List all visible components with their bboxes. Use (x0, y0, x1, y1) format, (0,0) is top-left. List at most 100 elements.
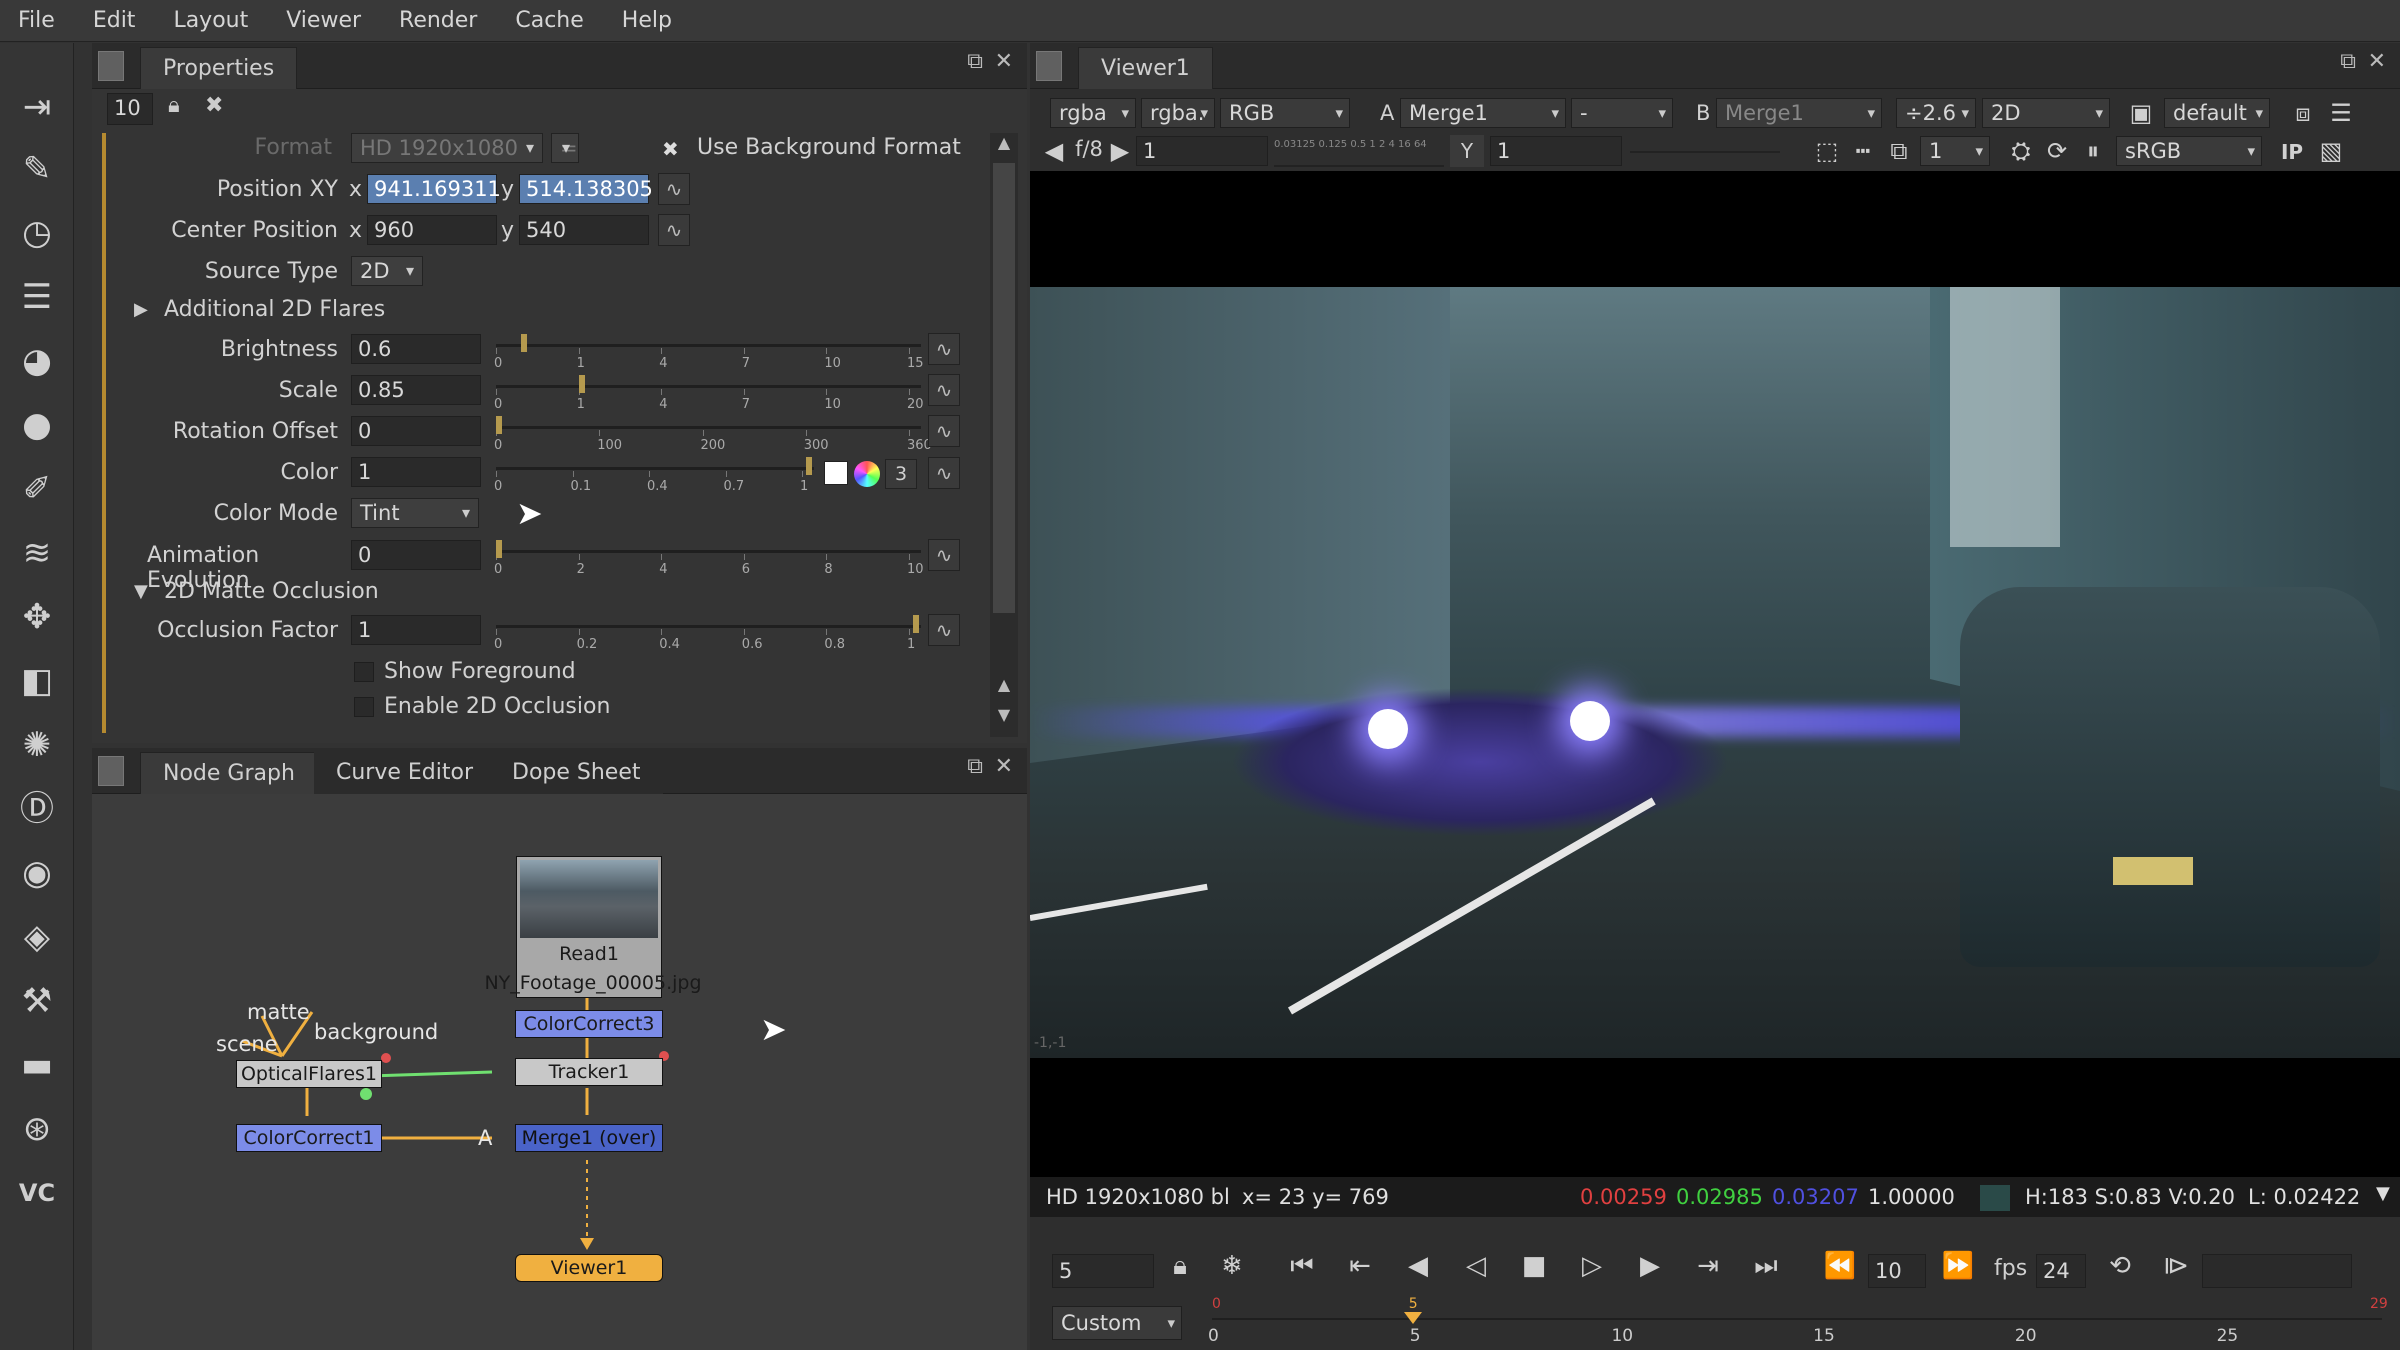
first-frame-icon[interactable]: ⏮ (1282, 1248, 1322, 1284)
center-x-field[interactable]: 960 (367, 215, 497, 245)
menu-cache[interactable]: Cache (497, 8, 603, 33)
downscale-dropdown[interactable]: ÷2.6 (1896, 98, 1976, 128)
node-merge1[interactable]: Merge1 (over) (515, 1124, 663, 1152)
next-keyframe-icon[interactable]: ⇥ (1688, 1248, 1728, 1284)
compare-op-dropdown[interactable]: - (1571, 98, 1673, 128)
scroll-down-icon[interactable]: ▼ (992, 705, 1016, 724)
furnace-icon[interactable]: ⊛ (13, 1105, 61, 1153)
prev-frame-icon[interactable]: ◀ (1398, 1248, 1438, 1284)
color-icon[interactable]: ◕ (13, 337, 61, 385)
menu-file[interactable]: File (0, 8, 75, 33)
expand-flares-icon[interactable]: ▶ (134, 299, 148, 320)
slider-knob[interactable] (806, 457, 812, 475)
menu-render[interactable]: Render (381, 8, 497, 33)
skip-field[interactable]: 10 (1868, 1254, 1926, 1288)
3d-icon[interactable]: ◧ (13, 657, 61, 705)
use-bg-format-checkbox[interactable]: ✖ (662, 137, 679, 161)
tab-viewer1[interactable]: Viewer1 (1078, 47, 1213, 89)
scroll-thumb[interactable] (993, 163, 1015, 613)
channels-dropdown[interactable]: rgba (1050, 98, 1136, 128)
playback-mode-icon[interactable]: ❄ (1212, 1248, 1252, 1284)
brush-icon[interactable]: ✎ (13, 145, 61, 193)
show-foreground-checkbox[interactable] (354, 662, 374, 682)
gain-slider[interactable]: 0.03125 0.125 0.5 1 2 4 16 64 (1274, 139, 1444, 167)
menu-icon[interactable]: ☰ (2324, 97, 2358, 129)
play-forward-icon[interactable]: ▷ (1572, 1248, 1612, 1284)
input-icon[interactable]: ⇥ (13, 83, 61, 131)
metadata-icon[interactable]: ◈ (13, 913, 61, 961)
vc-icon[interactable]: VC (13, 1169, 61, 1217)
menu-edit[interactable]: Edit (75, 8, 156, 33)
anim-slider[interactable]: 0 2 4 6 8 10 (494, 540, 924, 577)
lock-icon[interactable]: 🔒︎ (168, 93, 180, 118)
gamma-field[interactable]: 1 (1490, 136, 1622, 166)
node-tracker1[interactable]: Tracker1 (515, 1058, 663, 1086)
scale-curve-icon[interactable]: ∿ (928, 374, 960, 406)
gain-prev-icon[interactable]: ◀ (1044, 135, 1064, 167)
occlusion-curve-icon[interactable]: ∿ (928, 614, 960, 646)
gamma-slider[interactable] (1630, 151, 1780, 153)
position-y-field[interactable]: 514.138305 (519, 174, 653, 204)
display-dropdown[interactable]: RGB (1220, 98, 1350, 128)
slider-knob[interactable] (521, 334, 528, 352)
clear-panels-icon[interactable]: ✖ (205, 93, 223, 118)
center-curve-icon[interactable]: ∿ (658, 214, 690, 246)
color-swatch[interactable] (824, 461, 848, 485)
channel-icon[interactable]: ☰ (13, 273, 61, 321)
close-icon[interactable]: ✕ (995, 49, 1013, 74)
slider-knob[interactable] (496, 416, 502, 434)
colorspace-dropdown[interactable]: sRGB (2116, 136, 2262, 166)
view-mode-dropdown[interactable]: 2D (1982, 98, 2110, 128)
menu-viewer[interactable]: Viewer (268, 8, 381, 33)
filter-icon[interactable]: ● (13, 401, 61, 449)
b-input-dropdown[interactable]: Merge1 (1716, 98, 1882, 128)
menu-layout[interactable]: Layout (155, 8, 268, 33)
slider-knob[interactable] (579, 375, 586, 393)
expand-matte-icon[interactable]: ▼ (134, 581, 148, 602)
center-y-field[interactable]: 540 (519, 215, 649, 245)
tab-properties[interactable]: Properties (140, 47, 298, 89)
input-process-button[interactable]: IP (2275, 136, 2309, 168)
brightness-slider[interactable]: 0 1 4 7 10 15 (494, 334, 924, 371)
timeline-extra-field[interactable] (2202, 1254, 2352, 1288)
pause-update-icon[interactable]: ⛭ (2004, 135, 2038, 167)
clip-warning-icon[interactable]: ┅ (1846, 135, 1880, 167)
skip-back-icon[interactable]: ⏪ (1820, 1248, 1860, 1284)
roi-icon[interactable]: ⧈ (2286, 97, 2320, 129)
viewer-image[interactable]: -1,-1 (1030, 287, 2400, 1058)
panel-grip3-icon[interactable] (1036, 51, 1062, 81)
close3-icon[interactable]: ✕ (2368, 49, 2386, 74)
rotation-slider[interactable]: 0 100 200 300 360 (494, 416, 932, 453)
float-icon[interactable]: ⧉ (967, 49, 983, 74)
zoom-region-icon[interactable]: ⬚ (1810, 135, 1844, 167)
wipe-icon[interactable]: ▧ (2314, 135, 2348, 167)
position-curve-icon[interactable]: ∿ (658, 173, 690, 205)
occlusion-field[interactable]: 1 (351, 615, 481, 645)
node-opticalflares1[interactable]: OpticalFlares1 (236, 1060, 382, 1088)
rotation-curve-icon[interactable]: ∿ (928, 415, 960, 447)
max-panels-field[interactable]: 10 (107, 93, 153, 125)
brightness-curve-icon[interactable]: ∿ (928, 333, 960, 365)
camera-icon[interactable]: ▣ (2124, 97, 2158, 129)
format-eq-button[interactable]: = (551, 133, 579, 163)
rotation-field[interactable]: 0 (351, 416, 481, 446)
scroll-up2-icon[interactable]: ▲ (992, 675, 1016, 694)
play-backward-icon[interactable]: ◁ (1456, 1248, 1496, 1284)
clock-icon[interactable]: ◷ (13, 209, 61, 257)
transform-icon[interactable]: ✥ (13, 593, 61, 641)
last-frame-icon[interactable]: ⏭ (1746, 1248, 1786, 1284)
matte-occlusion-section[interactable]: 2D Matte Occlusion (164, 579, 379, 604)
toolsets-icon[interactable]: ⚒ (13, 977, 61, 1025)
anim-field[interactable]: 0 (351, 540, 481, 570)
range-dropdown[interactable]: Custom (1052, 1306, 1182, 1340)
node-colorcorrect1[interactable]: ColorCorrect1 (236, 1124, 382, 1152)
node-viewer1[interactable]: Viewer1 (515, 1254, 663, 1282)
next-frame-icon[interactable]: ▶ (1630, 1248, 1670, 1284)
color-slider[interactable]: 0 0.1 0.4 0.7 1 (494, 457, 814, 494)
scale-field[interactable]: 0.85 (351, 375, 481, 405)
fps-field[interactable]: 24 (2036, 1254, 2086, 1288)
refresh-icon[interactable]: ⟳ (2040, 135, 2074, 167)
color-wheel-icon[interactable] (854, 461, 880, 487)
color-mode-dropdown[interactable]: Tint (351, 498, 479, 528)
views-icon[interactable]: ◉ (13, 849, 61, 897)
